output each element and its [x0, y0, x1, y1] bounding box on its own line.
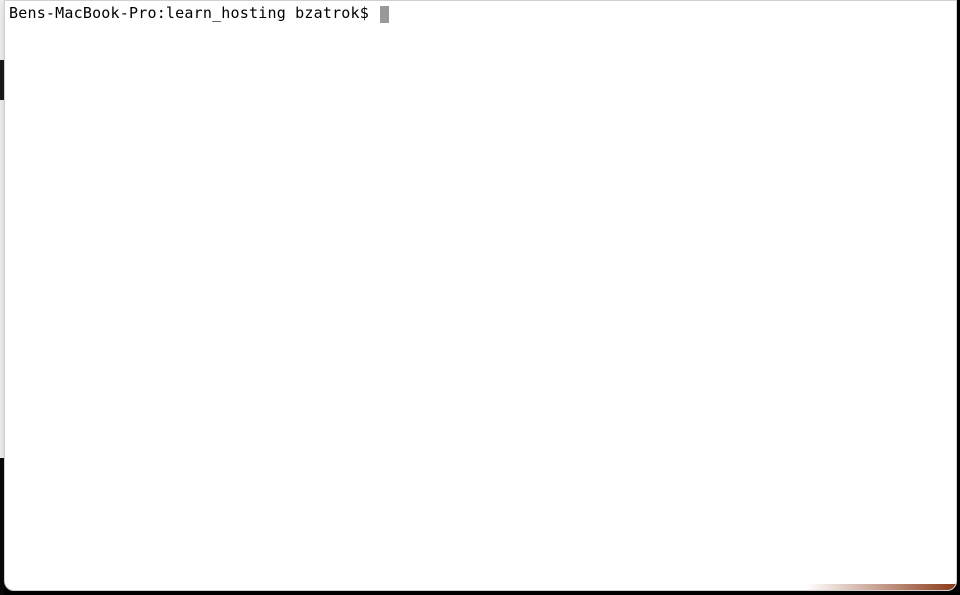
terminal-window: Bens-MacBook-Pro:learn_hosting bzatrok$	[4, 0, 957, 591]
shell-prompt: Bens-MacBook-Pro:learn_hosting bzatrok$	[9, 4, 378, 22]
terminal-content-area[interactable]: Bens-MacBook-Pro:learn_hosting bzatrok$	[5, 1, 956, 590]
terminal-cursor	[380, 6, 389, 23]
prompt-line: Bens-MacBook-Pro:learn_hosting bzatrok$	[9, 4, 389, 22]
window-corner-accent	[806, 584, 956, 590]
